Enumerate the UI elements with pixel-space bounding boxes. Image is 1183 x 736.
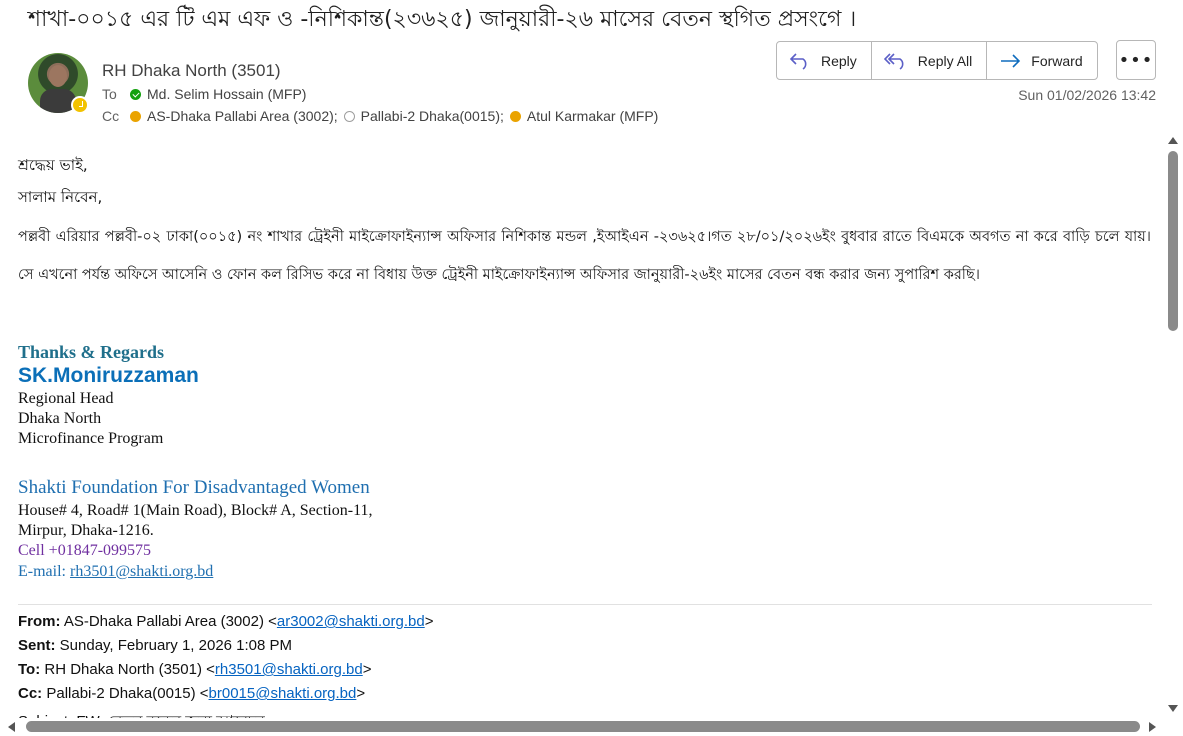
reply-all-icon bbox=[883, 52, 904, 70]
greeting-line: শ্রদ্ধেয় ভাই, bbox=[18, 156, 88, 174]
reply-icon bbox=[789, 52, 807, 70]
forwarded-to: To: RH Dhaka North (3501) <rh3501@shakti… bbox=[18, 661, 371, 678]
reply-button[interactable]: Reply bbox=[777, 42, 872, 79]
cc-recipient[interactable]: AS-Dhaka Pallabi Area (3002); bbox=[147, 108, 338, 124]
scroll-up-arrow-icon[interactable] bbox=[1168, 137, 1178, 144]
away-status-icon bbox=[71, 96, 89, 114]
away-status-icon bbox=[130, 110, 141, 122]
signature-thanks: Thanks & Regards bbox=[18, 342, 165, 362]
cc-label: Cc bbox=[102, 108, 120, 124]
forwarded-subject-partial: Subject: FW: বেতন বন্ধের জন্য আবেদন bbox=[18, 710, 265, 718]
sender-name[interactable]: RH Dhaka North (3501) bbox=[102, 61, 281, 81]
signature-address: Mirpur, Dhaka-1216. bbox=[18, 522, 154, 539]
reply-label: Reply bbox=[821, 52, 857, 69]
signature-email-link[interactable]: rh3501@shakti.org.bd bbox=[70, 563, 213, 580]
signature-address: House# 4, Road# 1(Main Road), Block# A, … bbox=[18, 502, 373, 519]
cc-recipient[interactable]: Pallabi-2 Dhaka(0015); bbox=[361, 108, 504, 124]
offline-status-icon bbox=[343, 110, 355, 122]
reply-all-label: Reply All bbox=[917, 52, 973, 69]
forwarded-cc-label: Cc: bbox=[18, 685, 43, 702]
forwarded-from-name: AS-Dhaka Pallabi Area (3002) < bbox=[63, 613, 277, 630]
to-recipient[interactable]: Md. Selim Hossain (MFP) bbox=[147, 86, 306, 102]
vertical-scroll-thumb[interactable] bbox=[1168, 151, 1178, 331]
to-line: To Md. Selim Hossain (MFP) bbox=[102, 86, 306, 102]
forward-divider bbox=[18, 604, 1152, 605]
forwarded-from-label: From: bbox=[18, 613, 61, 630]
signature-title: Regional Head bbox=[18, 390, 114, 407]
scroll-down-arrow-icon[interactable] bbox=[1168, 705, 1178, 712]
available-status-icon bbox=[130, 88, 141, 100]
cc-line: Cc AS-Dhaka Pallabi Area (3002); Pallabi… bbox=[102, 108, 658, 124]
forwarded-cc-email-link[interactable]: br0015@shakti.org.bd bbox=[209, 685, 357, 702]
forwarded-sent-label: Sent: bbox=[18, 637, 56, 654]
angle-close: > bbox=[424, 613, 434, 630]
forward-icon bbox=[1001, 53, 1021, 68]
forwarded-from-email-link[interactable]: ar3002@shakti.org.bd bbox=[277, 613, 425, 630]
forwarded-to-label: To: bbox=[18, 661, 41, 678]
forwarded-sent-date: Sunday, February 1, 2026 1:08 PM bbox=[59, 637, 293, 654]
sent-timestamp: Sun 01/02/2026 13:42 bbox=[1018, 87, 1156, 103]
signature-region: Dhaka North bbox=[18, 410, 102, 427]
vertical-scrollbar[interactable] bbox=[1165, 134, 1183, 714]
forwarded-to-name: RH Dhaka North (3501) < bbox=[44, 661, 215, 678]
forward-button[interactable]: Forward bbox=[987, 42, 1096, 79]
signature-name: SK.Moniruzzaman bbox=[18, 364, 199, 387]
email-subject: শাখা-০০১৫ এর টি এম এফ ও -নিশিকান্ত(২৩৬২৫… bbox=[28, 7, 857, 32]
forwarded-cc: Cc: Pallabi-2 Dhaka(0015) <br0015@shakti… bbox=[18, 685, 365, 702]
signature-phone: Cell +01847-099575 bbox=[18, 542, 152, 559]
angle-close: > bbox=[356, 685, 366, 702]
scroll-left-arrow-icon[interactable] bbox=[8, 722, 15, 732]
away-status-icon bbox=[509, 110, 521, 122]
forwarded-sent: Sent: Sunday, February 1, 2026 1:08 PM bbox=[18, 637, 292, 654]
greeting-line: সালাম নিবেন, bbox=[18, 188, 103, 206]
cc-recipient[interactable]: Atul Karmakar (MFP) bbox=[527, 108, 658, 124]
more-actions-button[interactable]: ••• bbox=[1116, 40, 1156, 80]
scroll-right-arrow-icon[interactable] bbox=[1149, 722, 1156, 732]
forwarded-to-email-link[interactable]: rh3501@shakti.org.bd bbox=[215, 661, 363, 678]
message-actions: Reply Reply All Forward bbox=[776, 41, 1098, 80]
signature-organization: Shakti Foundation For Disadvantaged Wome… bbox=[18, 477, 370, 498]
signature-email-label: E-mail: bbox=[18, 563, 66, 580]
horizontal-scrollbar[interactable] bbox=[0, 718, 1165, 736]
angle-close: > bbox=[362, 661, 372, 678]
signature-email-line: E-mail: rh3501@shakti.org.bd bbox=[18, 561, 372, 582]
forwarded-cc-name: Pallabi-2 Dhaka(0015) < bbox=[46, 685, 209, 702]
reply-all-button[interactable]: Reply All bbox=[872, 42, 988, 79]
signature-program: Microfinance Program bbox=[18, 430, 164, 447]
body-paragraph: পল্লবী এরিয়ার পল্লবী-০২ ঢাকা(০০১৫) নং শ… bbox=[18, 229, 1151, 283]
avatar-face bbox=[49, 65, 67, 87]
forwarded-from: From: AS-Dhaka Pallabi Area (3002) <ar30… bbox=[18, 613, 433, 630]
horizontal-scroll-thumb[interactable] bbox=[26, 721, 1140, 732]
forward-label: Forward bbox=[1031, 52, 1083, 69]
email-signature: Thanks & Regards SK.Moniruzzaman Regiona… bbox=[18, 342, 372, 582]
to-label: To bbox=[102, 86, 117, 102]
